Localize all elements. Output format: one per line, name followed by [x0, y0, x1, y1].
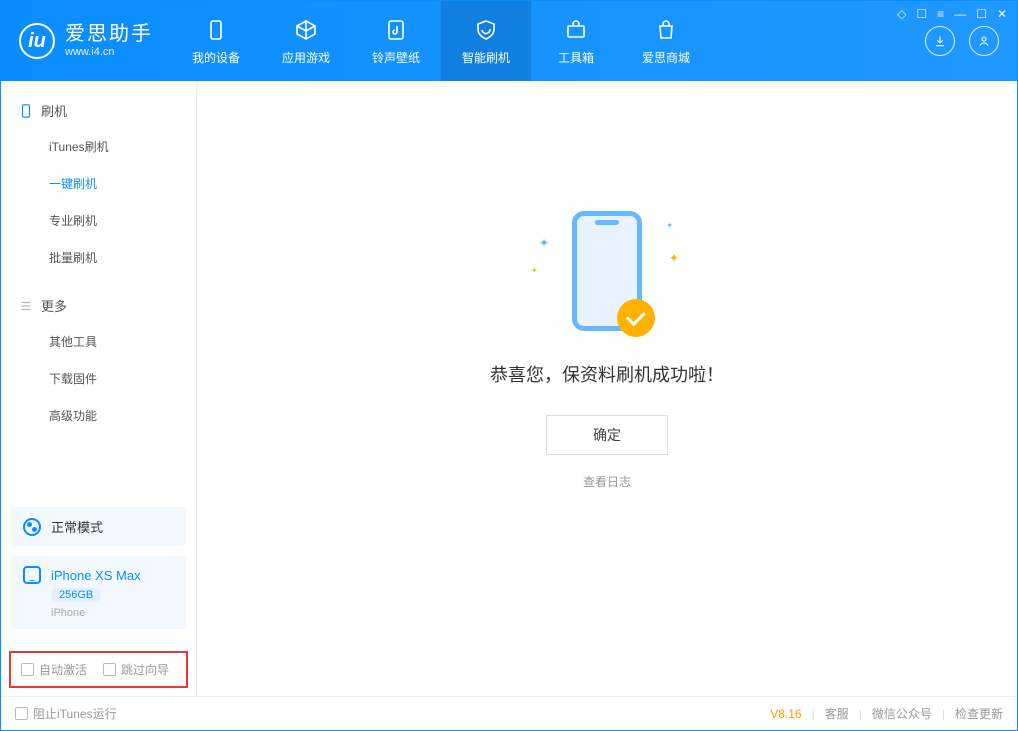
- sidebar: 刷机 iTunes刷机 一键刷机 专业刷机 批量刷机 更多 其他工具 下载固件 …: [1, 81, 197, 696]
- checkbox-icon: [15, 707, 28, 720]
- app-name: 爱思助手: [65, 23, 153, 46]
- success-message: 恭喜您，保资料刷机成功啦！: [490, 361, 724, 387]
- tshirt-icon[interactable]: ◇: [897, 7, 906, 21]
- user-button[interactable]: [969, 26, 999, 56]
- checkmark-badge-icon: [617, 299, 655, 337]
- logo: iu 爱思助手 www.i4.cn: [1, 1, 171, 81]
- app-url: www.i4.cn: [65, 46, 153, 59]
- device-phone-icon: [23, 566, 41, 584]
- toolbox-icon: [563, 17, 589, 43]
- shopping-bag-icon: [653, 17, 679, 43]
- tab-my-device[interactable]: 我的设备: [171, 1, 261, 81]
- cube-icon: [293, 17, 319, 43]
- view-log-link[interactable]: 查看日志: [583, 473, 631, 490]
- close-icon[interactable]: ✕: [997, 7, 1007, 21]
- maximize-icon[interactable]: ☐: [976, 7, 987, 21]
- main-content: ✦ ✦ ✦ ✦ 恭喜您，保资料刷机成功啦！ 确定 查看日志: [197, 81, 1017, 696]
- tab-apps-games[interactable]: 应用游戏: [261, 1, 351, 81]
- mode-box[interactable]: 正常模式: [11, 507, 186, 546]
- tab-smart-flash[interactable]: 智能刷机: [441, 1, 531, 81]
- menu-icon[interactable]: ≡: [937, 7, 944, 21]
- tab-store[interactable]: 爱思商城: [621, 1, 711, 81]
- sidebar-section-flash: 刷机: [1, 91, 196, 128]
- shield-refresh-icon: [473, 17, 499, 43]
- sidebar-bottom: 正常模式 iPhone XS Max 256GB iPhone: [1, 497, 196, 639]
- checkbox-auto-activate[interactable]: 自动激活: [21, 661, 87, 678]
- sparkle-icon: ✦: [531, 266, 538, 275]
- sidebar-item-download-firmware[interactable]: 下载固件: [1, 360, 196, 397]
- device-name: iPhone XS Max: [51, 568, 141, 583]
- sidebar-item-pro-flash[interactable]: 专业刷机: [1, 202, 196, 239]
- mode-label: 正常模式: [51, 517, 103, 536]
- tab-label: 工具箱: [558, 49, 594, 66]
- checkbox-icon: [21, 663, 34, 676]
- separator: |: [812, 707, 815, 721]
- sidebar-item-other-tools[interactable]: 其他工具: [1, 323, 196, 360]
- tab-toolbox[interactable]: 工具箱: [531, 1, 621, 81]
- separator: |: [942, 707, 945, 721]
- device-type: iPhone: [51, 607, 174, 619]
- separator: |: [859, 707, 862, 721]
- sparkle-icon: ✦: [666, 221, 673, 230]
- ok-button[interactable]: 确定: [546, 415, 668, 455]
- checkbox-icon: [103, 663, 116, 676]
- sidebar-item-one-click-flash[interactable]: 一键刷机: [1, 165, 196, 202]
- sidebar-item-batch-flash[interactable]: 批量刷机: [1, 239, 196, 276]
- sparkle-icon: ✦: [539, 236, 549, 250]
- highlighted-checkbox-row: 自动激活 跳过向导: [9, 651, 188, 688]
- checkbox-label: 阻止iTunes运行: [33, 705, 117, 722]
- mode-icon: [23, 518, 41, 536]
- checkbox-stop-itunes[interactable]: 阻止iTunes运行: [15, 705, 117, 722]
- tab-ringtones-wallpapers[interactable]: 铃声壁纸: [351, 1, 441, 81]
- status-right: V8.16 | 客服 | 微信公众号 | 检查更新: [770, 705, 1003, 722]
- version-label: V8.16: [770, 707, 801, 721]
- phone-small-icon: [19, 104, 33, 118]
- checkbox-label: 自动激活: [39, 661, 87, 678]
- music-file-icon: [383, 17, 409, 43]
- device-icon: [203, 17, 229, 43]
- sparkle-icon: ✦: [669, 251, 679, 265]
- tab-label: 爱思商城: [642, 49, 690, 66]
- header-tabs: 我的设备 应用游戏 铃声壁纸 智能刷机 工具箱 爱思商城: [171, 1, 711, 81]
- feedback-icon[interactable]: ☐: [916, 7, 927, 21]
- sidebar-item-itunes-flash[interactable]: iTunes刷机: [1, 128, 196, 165]
- sidebar-section-more: 更多: [1, 286, 196, 323]
- success-illustration: ✦ ✦ ✦ ✦: [517, 201, 697, 341]
- section-label: 刷机: [41, 101, 67, 120]
- checkbox-skip-guide[interactable]: 跳过向导: [103, 661, 169, 678]
- status-bar: 阻止iTunes运行 V8.16 | 客服 | 微信公众号 | 检查更新: [1, 696, 1017, 730]
- tab-label: 应用游戏: [282, 49, 330, 66]
- device-box[interactable]: iPhone XS Max 256GB iPhone: [11, 556, 186, 629]
- sidebar-item-advanced[interactable]: 高级功能: [1, 397, 196, 434]
- section-label: 更多: [41, 296, 67, 315]
- device-storage: 256GB: [51, 588, 101, 602]
- wechat-link[interactable]: 微信公众号: [872, 705, 932, 722]
- checkbox-label: 跳过向导: [121, 661, 169, 678]
- list-icon: [19, 299, 33, 313]
- check-update-link[interactable]: 检查更新: [955, 705, 1003, 722]
- minimize-icon[interactable]: —: [954, 7, 966, 21]
- body: 刷机 iTunes刷机 一键刷机 专业刷机 批量刷机 更多 其他工具 下载固件 …: [1, 81, 1017, 696]
- download-button[interactable]: [925, 26, 955, 56]
- logo-icon: iu: [19, 23, 55, 59]
- tab-label: 铃声壁纸: [372, 49, 420, 66]
- support-link[interactable]: 客服: [825, 705, 849, 722]
- tab-label: 智能刷机: [462, 49, 510, 66]
- window-controls: ◇ ☐ ≡ — ☐ ✕: [897, 7, 1007, 21]
- header: ◇ ☐ ≡ — ☐ ✕ iu 爱思助手 www.i4.cn 我的设备 应用游戏: [1, 1, 1017, 81]
- app-window: ◇ ☐ ≡ — ☐ ✕ iu 爱思助手 www.i4.cn 我的设备 应用游戏: [0, 0, 1018, 731]
- tab-label: 我的设备: [192, 49, 240, 66]
